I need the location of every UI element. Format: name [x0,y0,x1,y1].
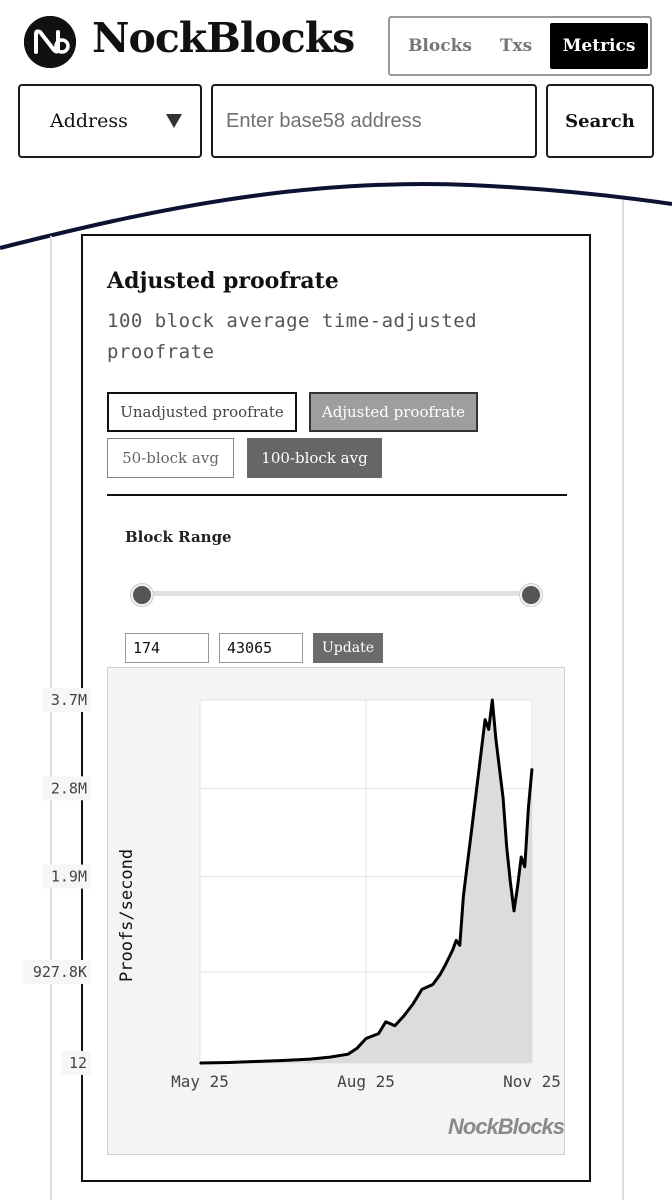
100-block-avg-toggle[interactable]: 100-block avg [247,438,382,478]
address-search-input[interactable] [211,84,537,158]
search-type-select[interactable]: Address [18,84,202,158]
nav-txs-button[interactable]: Txs [482,23,550,69]
unadjusted-proofrate-toggle[interactable]: Unadjusted proofrate [107,392,297,432]
nav-blocks-button[interactable]: Blocks [398,23,482,69]
block-range-max-input[interactable] [219,633,303,663]
block-range-min-input[interactable] [125,633,209,663]
nock-logo-glyph [24,16,76,68]
block-range-slider-track[interactable] [131,591,539,596]
nock-logo-icon[interactable] [24,16,76,68]
block-range-max-handle[interactable] [520,584,542,606]
main-nav: Blocks Txs Metrics [388,16,652,76]
y-tick-label: 927.8K [33,963,87,981]
card-divider [107,494,567,496]
chevron-down-icon [166,114,182,128]
update-button[interactable]: Update [313,633,383,663]
search-type-value: Address [50,110,128,132]
page-rail-right [622,200,624,1200]
block-range-min-handle[interactable] [131,584,153,606]
search-button[interactable]: Search [546,84,654,158]
chart-watermark: NockBlocks [448,1114,565,1139]
chart-container [107,667,565,1155]
50-block-avg-toggle[interactable]: 50-block avg [107,438,234,478]
block-range-label: Block Range [125,528,232,546]
card-title: Adjusted proofrate [107,268,339,294]
card-subtitle: 100 block average time-adjusted proofrat… [107,310,478,363]
adjusted-proofrate-toggle[interactable]: Adjusted proofrate [309,392,478,432]
brand-name[interactable]: NockBlocks [92,14,355,62]
nav-metrics-button[interactable]: Metrics [550,23,648,69]
page-rail-left [50,236,52,1200]
